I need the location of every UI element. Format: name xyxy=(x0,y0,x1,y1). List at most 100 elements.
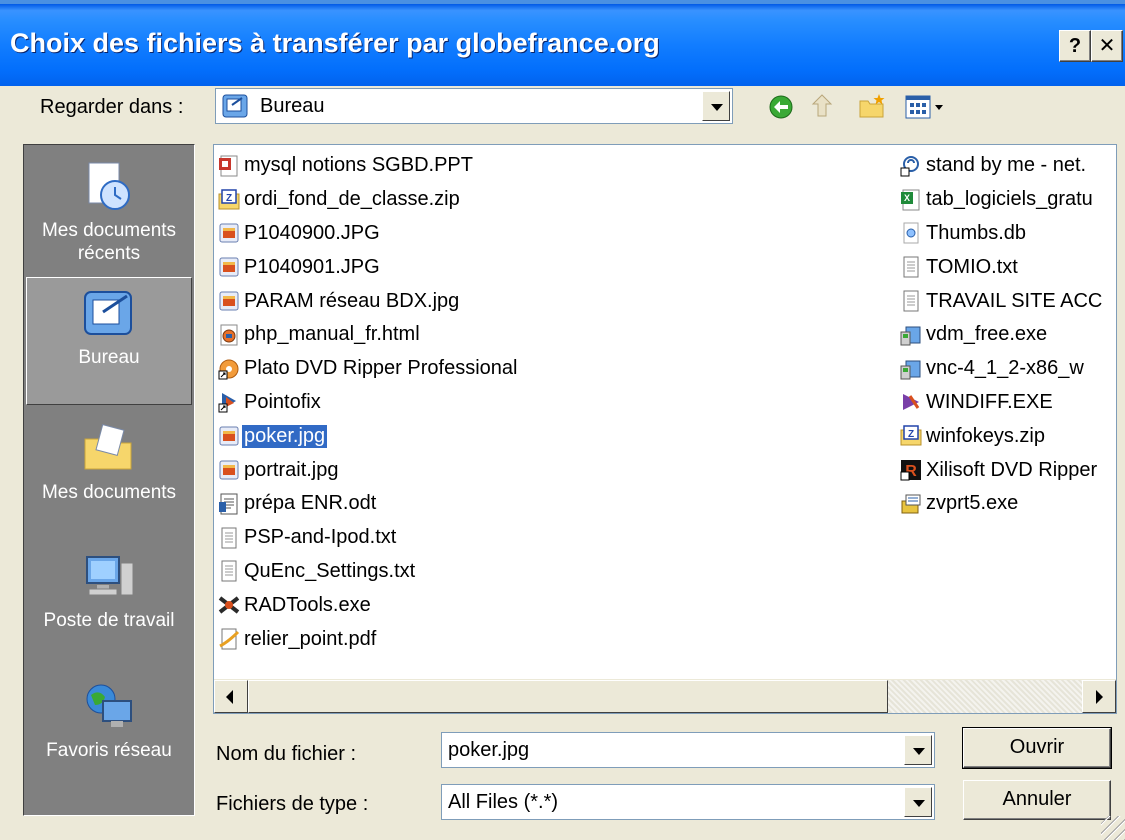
desktop-icon xyxy=(84,291,132,335)
file-item[interactable]: P1040900.JPG xyxy=(218,217,878,251)
file-item[interactable]: Zwinfokeys.zip xyxy=(900,419,1114,453)
zip-file-icon: Z xyxy=(900,425,922,447)
file-item[interactable]: P1040901.JPG xyxy=(218,250,878,284)
file-name: PSP-and-Ipod.txt xyxy=(244,526,397,549)
title-bar[interactable]: Choix des fichiers à transférer par glob… xyxy=(0,0,1125,86)
shortcut-dvd-file-icon xyxy=(218,358,240,380)
file-name: winfokeys.zip xyxy=(926,424,1045,447)
file-column: mysql notions SGBD.PPT Zordi_fond_de_clas… xyxy=(218,149,878,656)
file-item[interactable]: zvprt5.exe xyxy=(900,487,1114,521)
file-item[interactable]: R Xilisoft DVD Ripper xyxy=(900,453,1114,487)
file-list[interactable]: mysql notions SGBD.PPT Zordi_fond_de_clas… xyxy=(213,144,1117,714)
db-file-icon xyxy=(900,222,922,244)
file-name: vdm_free.exe xyxy=(926,323,1048,346)
scroll-right-button[interactable] xyxy=(1082,680,1116,713)
file-item[interactable]: PSP-and-Ipod.txt xyxy=(218,521,878,555)
file-item[interactable]: prépa ENR.odt xyxy=(218,487,878,521)
file-name: QuEnc_Settings.txt xyxy=(244,559,416,582)
zip-file-icon: Z xyxy=(218,188,240,211)
file-item[interactable]: portrait.jpg xyxy=(218,453,878,487)
new-folder-icon[interactable] xyxy=(856,92,888,122)
file-item[interactable]: relier_point.pdf xyxy=(218,622,878,656)
txt-file-icon xyxy=(218,527,240,549)
scrollbar-thumb[interactable] xyxy=(248,680,888,713)
back-icon[interactable] xyxy=(765,92,797,122)
filetype-value: All Files (*.*) xyxy=(448,791,559,813)
file-item[interactable]: PARAM réseau BDX.jpg xyxy=(218,284,878,318)
look-in-label: Regarder dans : xyxy=(40,96,184,118)
file-item[interactable]: Zordi_fond_de_classe.zip xyxy=(218,183,878,217)
file-name: poker.jpg xyxy=(242,424,328,448)
resize-grip[interactable] xyxy=(1101,816,1125,840)
file-item[interactable]: Xtab_logiciels_gratu xyxy=(900,183,1114,217)
place-label: Mes documents xyxy=(41,482,177,503)
filename-input[interactable]: poker.jpg xyxy=(441,732,935,768)
horizontal-scrollbar[interactable] xyxy=(214,679,1116,713)
file-item[interactable]: QuEnc_Settings.txt xyxy=(218,555,878,589)
place-my-documents[interactable]: Mes documents xyxy=(26,413,192,523)
place-recent-documents[interactable]: Mes documents récents xyxy=(26,151,192,271)
file-name: TOMIO.txt xyxy=(926,255,1018,278)
place-my-computer[interactable]: Poste de travail xyxy=(26,541,192,651)
help-button[interactable]: ? xyxy=(1059,30,1091,62)
look-in-dropdown[interactable]: Bureau xyxy=(215,88,733,124)
file-name: tab_logiciels_gratu xyxy=(926,188,1093,211)
jpg-file-icon xyxy=(218,290,240,312)
file-item[interactable]: Plato DVD Ripper Professional xyxy=(218,352,878,386)
txt-file-icon xyxy=(900,256,922,278)
txt-file-icon xyxy=(900,290,922,312)
chevron-down-icon[interactable] xyxy=(904,787,932,817)
file-item[interactable]: Thumbs.db xyxy=(900,217,1114,251)
svg-text:Z: Z xyxy=(226,193,232,204)
odt-file-icon xyxy=(218,493,240,515)
svg-text:X: X xyxy=(904,193,910,203)
file-item[interactable]: RADTools.exe xyxy=(218,588,878,622)
up-folder-icon[interactable] xyxy=(806,92,838,122)
place-label: Favoris réseau xyxy=(46,740,172,761)
file-item[interactable]: Pointofix xyxy=(218,386,878,420)
file-item[interactable]: vdm_free.exe xyxy=(900,318,1114,352)
file-column: stand by me - net. Xtab_logiciels_gratu Th… xyxy=(900,149,1114,521)
file-name: P1040901.JPG xyxy=(244,255,380,278)
file-item[interactable]: mysql notions SGBD.PPT xyxy=(218,149,878,183)
filetype-dropdown[interactable]: All Files (*.*) xyxy=(441,784,935,820)
file-name: mysql notions SGBD.PPT xyxy=(244,154,473,177)
file-item[interactable]: WINDIFF.EXE xyxy=(900,386,1114,420)
file-item[interactable]: poker.jpg xyxy=(218,419,878,453)
file-name: TRAVAIL SITE ACC xyxy=(926,289,1103,312)
view-menu-icon[interactable] xyxy=(904,92,954,122)
recent-documents-icon xyxy=(88,162,130,210)
file-item[interactable]: TOMIO.txt xyxy=(900,250,1114,284)
filename-value: poker.jpg xyxy=(448,739,530,761)
file-name: prépa ENR.odt xyxy=(244,492,377,515)
cancel-button[interactable]: Annuler xyxy=(963,780,1111,820)
media-file-icon xyxy=(900,155,922,177)
file-name: Plato DVD Ripper Professional xyxy=(244,357,518,380)
file-name: PARAM réseau BDX.jpg xyxy=(244,289,460,312)
jpg-file-icon xyxy=(218,425,240,447)
file-item[interactable]: vnc-4_1_2-x86_w xyxy=(900,352,1114,386)
file-item[interactable]: TRAVAIL SITE ACC xyxy=(900,284,1114,318)
file-item[interactable]: php_manual_fr.html xyxy=(218,318,878,352)
file-item[interactable]: stand by me - net. xyxy=(900,149,1114,183)
shortcut-app-file-icon xyxy=(218,391,240,413)
chevron-down-icon[interactable] xyxy=(904,735,932,765)
file-name: Xilisoft DVD Ripper xyxy=(926,458,1098,481)
place-network[interactable]: Favoris réseau xyxy=(26,671,192,781)
exe-rad-file-icon xyxy=(218,594,240,616)
installer-file-icon xyxy=(900,358,922,380)
file-name: Pointofix xyxy=(244,390,321,413)
scroll-left-button[interactable] xyxy=(214,680,248,713)
file-name: zvprt5.exe xyxy=(926,492,1019,515)
installer-file-icon xyxy=(900,324,922,346)
filename-label: Nom du fichier : xyxy=(216,743,357,765)
file-name: php_manual_fr.html xyxy=(244,323,420,346)
places-bar: Mes documents récents Bureau Mes documen… xyxy=(23,144,195,816)
place-desktop[interactable]: Bureau xyxy=(26,277,192,405)
pdf-file-icon xyxy=(218,628,240,650)
close-button[interactable]: ✕ xyxy=(1091,30,1123,62)
desktop-icon xyxy=(222,94,248,118)
open-button[interactable]: Ouvrir xyxy=(962,727,1112,769)
chevron-down-icon[interactable] xyxy=(702,91,730,121)
file-name: stand by me - net. xyxy=(926,154,1087,177)
